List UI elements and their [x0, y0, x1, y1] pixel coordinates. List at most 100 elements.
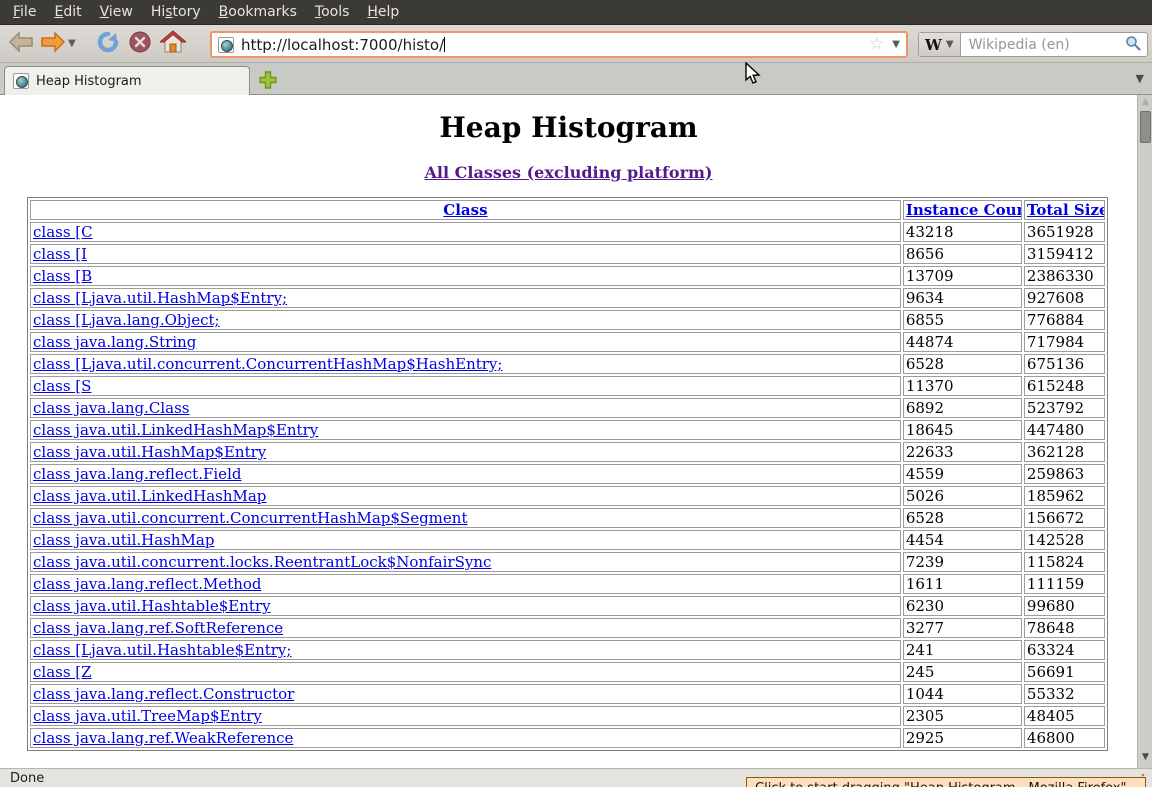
page-content: Heap Histogram All Classes (excluding pl…: [0, 95, 1137, 768]
class-link[interactable]: class java.lang.Class: [33, 399, 189, 417]
class-link[interactable]: class [I: [33, 245, 87, 263]
sort-by-total-size-link[interactable]: Total Size: [1027, 201, 1104, 219]
menu-view[interactable]: View: [91, 1, 142, 23]
class-link[interactable]: class java.util.HashMap$Entry: [33, 443, 266, 461]
forward-button[interactable]: [40, 29, 66, 59]
stop-icon: [128, 30, 152, 58]
total-size-cell: 99680: [1023, 596, 1105, 616]
sort-by-class-link[interactable]: Class: [443, 201, 487, 219]
class-link[interactable]: class java.util.concurrent.locks.Reentra…: [33, 553, 491, 571]
instance-count-cell: 6528: [902, 508, 1022, 528]
heap-histogram-table: Class Instance Count Total Size class [C…: [27, 197, 1108, 751]
class-link[interactable]: class [Ljava.util.concurrent.ConcurrentH…: [33, 355, 502, 373]
instance-count-cell: 2305: [902, 706, 1022, 726]
scroll-down-icon[interactable]: ▼: [1138, 752, 1152, 762]
list-all-tabs-button[interactable]: ▼: [1136, 72, 1144, 85]
instance-count-cell: 6528: [902, 354, 1022, 374]
text-caret: [444, 37, 446, 52]
table-header-row: Class Instance Count Total Size: [30, 200, 1105, 220]
class-link[interactable]: class java.lang.reflect.Method: [33, 575, 262, 593]
table-row: class [I 8656 3159412: [30, 244, 1105, 264]
class-link[interactable]: class java.lang.String: [33, 333, 196, 351]
table-row: class java.lang.reflect.Field 4559 259863: [30, 464, 1105, 484]
table-row: class java.util.HashMap$Entry 22633 362128: [30, 442, 1105, 462]
total-size-cell: 776884: [1023, 310, 1105, 330]
instance-count-cell: 2925: [902, 728, 1022, 748]
total-size-cell: 3651928: [1023, 222, 1105, 242]
vertical-scrollbar[interactable]: ▲ ▼: [1137, 95, 1152, 768]
search-input[interactable]: Wikipedia (en): [969, 37, 1125, 53]
table-row: class java.util.TreeMap$Entry 2305 48405: [30, 706, 1105, 726]
class-link[interactable]: class java.lang.ref.SoftReference: [33, 619, 283, 637]
instance-count-cell: 1044: [902, 684, 1022, 704]
bookmark-star-icon[interactable]: ☆: [869, 36, 884, 53]
instance-count-cell: 6230: [902, 596, 1022, 616]
menu-file[interactable]: File: [4, 1, 45, 23]
navigation-toolbar: ▼ http://localhost:7000/histo/ ☆ ▼ W ▼ W…: [0, 25, 1152, 63]
table-row: class java.lang.String 44874 717984: [30, 332, 1105, 352]
class-link[interactable]: class java.util.HashMap: [33, 531, 214, 549]
class-link[interactable]: class [C: [33, 223, 93, 241]
class-link[interactable]: class [Ljava.util.HashMap$Entry;: [33, 289, 287, 307]
class-link[interactable]: class java.util.concurrent.ConcurrentHas…: [33, 509, 467, 527]
total-size-cell: 927608: [1023, 288, 1105, 308]
total-size-cell: 156672: [1023, 508, 1105, 528]
total-size-cell: 46800: [1023, 728, 1105, 748]
search-bar[interactable]: W ▼ Wikipedia (en): [918, 32, 1148, 57]
class-link[interactable]: class java.util.Hashtable$Entry: [33, 597, 271, 615]
chevron-down-icon: ▼: [68, 38, 76, 49]
instance-count-cell: 43218: [902, 222, 1022, 242]
class-link[interactable]: class [S: [33, 377, 91, 395]
menu-history[interactable]: History: [142, 1, 210, 23]
new-tab-button[interactable]: [258, 70, 278, 90]
menu-bookmarks[interactable]: Bookmarks: [210, 1, 306, 23]
all-classes-link[interactable]: All Classes (excluding platform): [425, 163, 713, 182]
class-link[interactable]: class java.lang.ref.WeakReference: [33, 729, 293, 747]
scroll-up-icon[interactable]: ▲: [1138, 97, 1152, 107]
class-link[interactable]: class [Ljava.lang.Object;: [33, 311, 220, 329]
back-button[interactable]: [8, 29, 34, 59]
table-row: class java.lang.ref.SoftReference 3277 786…: [30, 618, 1105, 638]
status-text: Done: [10, 770, 45, 786]
class-link[interactable]: class [B: [33, 267, 92, 285]
url-bar[interactable]: http://localhost:7000/histo/ ☆ ▼: [210, 31, 908, 58]
total-size-cell: 3159412: [1023, 244, 1105, 264]
sort-by-instance-count-link[interactable]: Instance Count: [906, 201, 1021, 219]
instance-count-cell: 7239: [902, 552, 1022, 572]
class-link[interactable]: class java.lang.reflect.Field: [33, 465, 241, 483]
instance-count-cell: 8656: [902, 244, 1022, 264]
class-link[interactable]: class java.util.LinkedHashMap$Entry: [33, 421, 318, 439]
instance-count-cell: 245: [902, 662, 1022, 682]
class-link[interactable]: class java.util.TreeMap$Entry: [33, 707, 262, 725]
class-link[interactable]: class [Z: [33, 663, 92, 681]
total-size-cell: 48405: [1023, 706, 1105, 726]
instance-count-cell: 44874: [902, 332, 1022, 352]
home-icon: [158, 29, 188, 58]
menu-tools[interactable]: Tools: [306, 1, 359, 23]
menu-help[interactable]: Help: [358, 1, 408, 23]
search-icon[interactable]: [1125, 35, 1141, 55]
page-favicon-icon: [218, 36, 234, 53]
table-row: class [Ljava.util.concurrent.ConcurrentH…: [30, 354, 1105, 374]
table-row: class [Ljava.util.Hashtable$Entry; 241 633…: [30, 640, 1105, 660]
page-title: Heap Histogram: [439, 111, 698, 144]
table-row: class java.util.concurrent.locks.Reentra…: [30, 552, 1105, 572]
home-button[interactable]: [158, 29, 188, 59]
url-input[interactable]: http://localhost:7000/histo/: [241, 36, 444, 54]
tab-heap-histogram[interactable]: Heap Histogram: [4, 66, 250, 95]
search-engine-selector[interactable]: W ▼: [919, 33, 961, 56]
menu-edit[interactable]: Edit: [45, 1, 90, 23]
total-size-cell: 142528: [1023, 530, 1105, 550]
stop-button[interactable]: [128, 29, 152, 59]
instance-count-cell: 1611: [902, 574, 1022, 594]
class-link[interactable]: class java.util.LinkedHashMap: [33, 487, 266, 505]
class-link[interactable]: class [Ljava.util.Hashtable$Entry;: [33, 641, 291, 659]
reload-button[interactable]: [96, 29, 120, 59]
class-link[interactable]: class java.lang.reflect.Constructor: [33, 685, 294, 703]
back-forward-dropdown[interactable]: ▼: [68, 29, 76, 59]
mouse-cursor-icon: [744, 61, 762, 90]
table-row: class java.lang.ref.WeakReference 2925 468…: [30, 728, 1105, 748]
total-size-cell: 56691: [1023, 662, 1105, 682]
scrollbar-thumb[interactable]: [1140, 111, 1151, 143]
url-dropdown-icon[interactable]: ▼: [892, 39, 900, 50]
